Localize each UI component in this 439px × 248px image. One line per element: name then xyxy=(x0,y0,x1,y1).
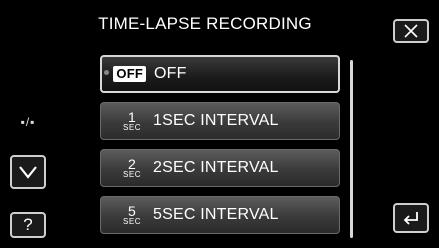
close-button[interactable] xyxy=(393,19,429,43)
help-label: ? xyxy=(23,215,33,234)
option-off[interactable]: OFF OFF xyxy=(100,55,340,93)
option-label: 5SEC INTERVAL xyxy=(153,206,279,223)
return-icon xyxy=(403,212,418,225)
scrollbar[interactable] xyxy=(350,60,353,238)
off-icon: OFF xyxy=(102,66,154,82)
option-label: OFF xyxy=(154,65,187,82)
help-button[interactable]: ? xyxy=(10,212,46,238)
back-button[interactable] xyxy=(393,203,429,233)
interval-1sec-icon: 1 SEC xyxy=(123,109,141,132)
scroll-down-button[interactable] xyxy=(10,155,46,189)
close-icon xyxy=(404,24,418,38)
option-label: 2SEC INTERVAL xyxy=(153,159,279,176)
mode-toggle[interactable]: ▪/▪ xyxy=(12,115,44,129)
option-2sec-interval[interactable]: 2 SEC 2SEC INTERVAL xyxy=(100,149,340,187)
option-label: 1SEC INTERVAL xyxy=(153,112,279,129)
option-list: OFF OFF 1 SEC 1SEC INTERVAL 2 SEC 2SEC INT… xyxy=(100,55,340,243)
interval-5sec-icon: 5 SEC xyxy=(123,203,141,226)
page-title: TIME-LAPSE RECORDING xyxy=(98,14,312,33)
option-5sec-interval[interactable]: 5 SEC 5SEC INTERVAL xyxy=(100,196,340,234)
chevron-down-icon xyxy=(19,166,37,179)
option-1sec-interval[interactable]: 1 SEC 1SEC INTERVAL xyxy=(100,102,340,140)
interval-2sec-icon: 2 SEC xyxy=(123,156,141,179)
